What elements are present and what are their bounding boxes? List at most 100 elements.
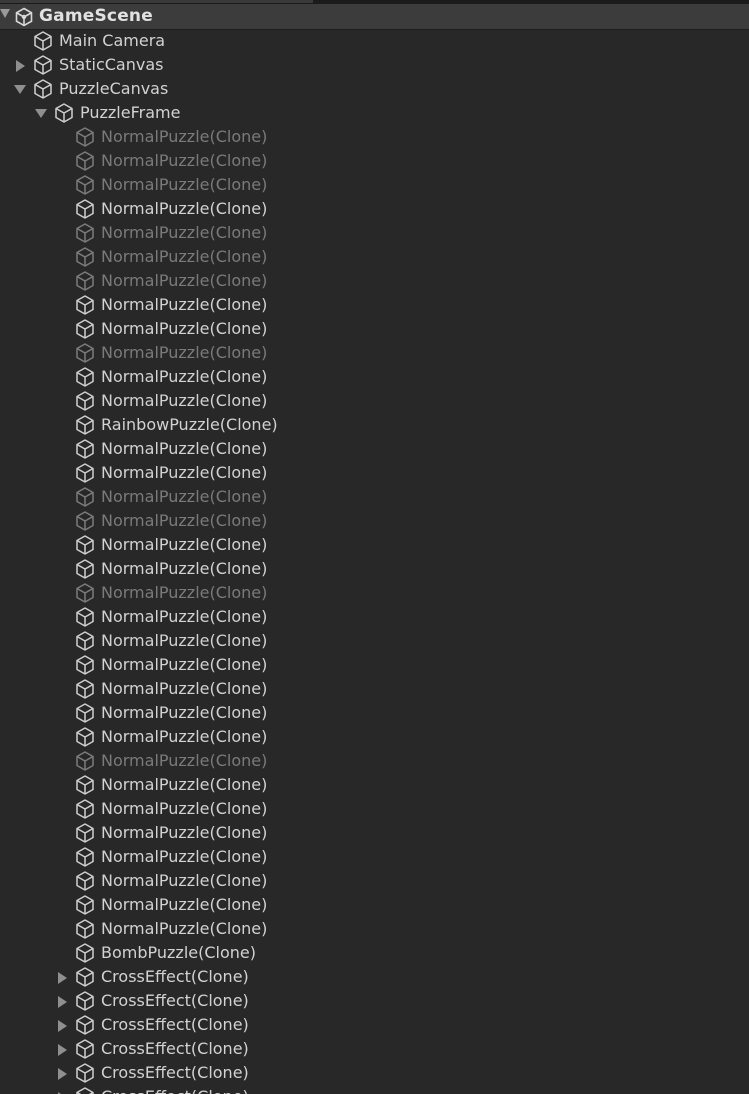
hierarchy-row-label: BombPuzzle(Clone) xyxy=(101,943,256,962)
gameobject-icon xyxy=(74,294,96,316)
hierarchy-row-label: NormalPuzzle(Clone) xyxy=(101,319,268,338)
gameobject-icon xyxy=(74,966,96,988)
hierarchy-row[interactable]: NormalPuzzle(Clone) xyxy=(0,197,749,221)
hierarchy-row-label: Main Camera xyxy=(59,31,166,50)
hierarchy-row[interactable]: NormalPuzzle(Clone) xyxy=(0,461,749,485)
hierarchy-row-label: NormalPuzzle(Clone) xyxy=(101,751,268,770)
hierarchy-row[interactable]: NormalPuzzle(Clone) xyxy=(0,245,749,269)
hierarchy-row[interactable]: NormalPuzzle(Clone) xyxy=(0,341,749,365)
hierarchy-row[interactable]: NormalPuzzle(Clone) xyxy=(0,917,749,941)
gameobject-icon xyxy=(74,894,96,916)
gameobject-icon xyxy=(74,990,96,1012)
hierarchy-row-label: NormalPuzzle(Clone) xyxy=(101,271,268,290)
gameobject-icon xyxy=(74,462,96,484)
gameobject-icon xyxy=(74,1014,96,1036)
hierarchy-row-label: NormalPuzzle(Clone) xyxy=(101,799,268,818)
gameobject-icon xyxy=(74,678,96,700)
gameobject-icon xyxy=(74,150,96,172)
hierarchy-row[interactable]: NormalPuzzle(Clone) xyxy=(0,677,749,701)
gameobject-icon xyxy=(74,918,96,940)
hierarchy-row[interactable]: CrossEffect(Clone) xyxy=(0,1085,749,1094)
hierarchy-row-label: NormalPuzzle(Clone) xyxy=(101,847,268,866)
collapsed-arrow-icon[interactable] xyxy=(56,1043,68,1056)
gameobject-icon xyxy=(74,318,96,340)
hierarchy-row[interactable]: NormalPuzzle(Clone) xyxy=(0,317,749,341)
gameobject-icon xyxy=(74,558,96,580)
expanded-arrow-icon[interactable] xyxy=(35,107,47,119)
gameobject-icon xyxy=(32,78,54,100)
hierarchy-row-label: NormalPuzzle(Clone) xyxy=(101,511,268,530)
hierarchy-row[interactable]: CrossEffect(Clone) xyxy=(0,989,749,1013)
hierarchy-row[interactable]: NormalPuzzle(Clone) xyxy=(0,365,749,389)
hierarchy-row[interactable]: CrossEffect(Clone) xyxy=(0,1061,749,1085)
hierarchy-row[interactable]: StaticCanvas xyxy=(0,53,749,77)
scene-fold-arrow-icon[interactable] xyxy=(0,9,10,18)
hierarchy-row-label: NormalPuzzle(Clone) xyxy=(101,679,268,698)
hierarchy-row[interactable]: NormalPuzzle(Clone) xyxy=(0,893,749,917)
hierarchy-row[interactable]: CrossEffect(Clone) xyxy=(0,965,749,989)
hierarchy-row[interactable]: RainbowPuzzle(Clone) xyxy=(0,413,749,437)
hierarchy-row[interactable]: NormalPuzzle(Clone) xyxy=(0,557,749,581)
hierarchy-row[interactable]: NormalPuzzle(Clone) xyxy=(0,533,749,557)
hierarchy-row[interactable]: NormalPuzzle(Clone) xyxy=(0,629,749,653)
hierarchy-row[interactable]: BombPuzzle(Clone) xyxy=(0,941,749,965)
hierarchy-row[interactable]: NormalPuzzle(Clone) xyxy=(0,173,749,197)
hierarchy-row-label: NormalPuzzle(Clone) xyxy=(101,487,268,506)
gameobject-icon xyxy=(74,198,96,220)
hierarchy-row[interactable]: NormalPuzzle(Clone) xyxy=(0,821,749,845)
hierarchy-row-label: NormalPuzzle(Clone) xyxy=(101,727,268,746)
hierarchy-row[interactable]: NormalPuzzle(Clone) xyxy=(0,701,749,725)
hierarchy-row-label: StaticCanvas xyxy=(59,55,164,74)
hierarchy-row[interactable]: Main Camera xyxy=(0,29,749,53)
gameobject-icon xyxy=(74,174,96,196)
hierarchy-row[interactable]: NormalPuzzle(Clone) xyxy=(0,149,749,173)
hierarchy-row-label: NormalPuzzle(Clone) xyxy=(101,655,268,674)
gameobject-icon xyxy=(74,510,96,532)
hierarchy-row-label: NormalPuzzle(Clone) xyxy=(101,583,268,602)
hierarchy-row-label: NormalPuzzle(Clone) xyxy=(101,703,268,722)
collapsed-arrow-icon[interactable] xyxy=(56,1019,68,1032)
hierarchy-row[interactable]: NormalPuzzle(Clone) xyxy=(0,773,749,797)
collapsed-arrow-icon[interactable] xyxy=(14,59,26,72)
hierarchy-row[interactable]: NormalPuzzle(Clone) xyxy=(0,797,749,821)
hierarchy-row[interactable]: PuzzleFrame xyxy=(0,101,749,125)
hierarchy-row[interactable]: NormalPuzzle(Clone) xyxy=(0,293,749,317)
hierarchy-tree: Main Camera StaticCanvas PuzzleCanvas Puzzl… xyxy=(0,29,749,1094)
hierarchy-row[interactable]: NormalPuzzle(Clone) xyxy=(0,605,749,629)
gameobject-icon xyxy=(74,702,96,724)
hierarchy-row[interactable]: NormalPuzzle(Clone) xyxy=(0,221,749,245)
collapsed-arrow-icon[interactable] xyxy=(56,1067,68,1080)
scene-header[interactable]: GameScene xyxy=(0,4,749,30)
hierarchy-row-label: NormalPuzzle(Clone) xyxy=(101,343,268,362)
hierarchy-row-label: NormalPuzzle(Clone) xyxy=(101,439,268,458)
hierarchy-row-label: PuzzleCanvas xyxy=(59,79,169,98)
hierarchy-row[interactable]: CrossEffect(Clone) xyxy=(0,1037,749,1061)
hierarchy-row[interactable]: NormalPuzzle(Clone) xyxy=(0,869,749,893)
hierarchy-row[interactable]: NormalPuzzle(Clone) xyxy=(0,125,749,149)
gameobject-icon xyxy=(74,870,96,892)
collapsed-arrow-icon[interactable] xyxy=(56,971,68,984)
expanded-arrow-icon[interactable] xyxy=(14,83,26,95)
collapsed-arrow-icon[interactable] xyxy=(56,995,68,1008)
hierarchy-row[interactable]: NormalPuzzle(Clone) xyxy=(0,581,749,605)
hierarchy-row[interactable]: NormalPuzzle(Clone) xyxy=(0,749,749,773)
hierarchy-row-label: RainbowPuzzle(Clone) xyxy=(101,415,278,434)
tab-edge xyxy=(0,0,313,3)
hierarchy-row[interactable]: PuzzleCanvas xyxy=(0,77,749,101)
hierarchy-row[interactable]: NormalPuzzle(Clone) xyxy=(0,653,749,677)
hierarchy-row[interactable]: NormalPuzzle(Clone) xyxy=(0,437,749,461)
gameobject-icon xyxy=(74,1038,96,1060)
hierarchy-row[interactable]: NormalPuzzle(Clone) xyxy=(0,725,749,749)
gameobject-icon xyxy=(74,1062,96,1084)
hierarchy-row[interactable]: NormalPuzzle(Clone) xyxy=(0,269,749,293)
hierarchy-row[interactable]: NormalPuzzle(Clone) xyxy=(0,845,749,869)
hierarchy-row[interactable]: CrossEffect(Clone) xyxy=(0,1013,749,1037)
hierarchy-row-label: NormalPuzzle(Clone) xyxy=(101,223,268,242)
gameobject-icon xyxy=(74,654,96,676)
hierarchy-row[interactable]: NormalPuzzle(Clone) xyxy=(0,485,749,509)
hierarchy-row[interactable]: NormalPuzzle(Clone) xyxy=(0,389,749,413)
scene-title: GameScene xyxy=(39,6,153,26)
hierarchy-row-label: CrossEffect(Clone) xyxy=(101,1085,249,1094)
hierarchy-row[interactable]: NormalPuzzle(Clone) xyxy=(0,509,749,533)
hierarchy-row-label: NormalPuzzle(Clone) xyxy=(101,919,268,938)
